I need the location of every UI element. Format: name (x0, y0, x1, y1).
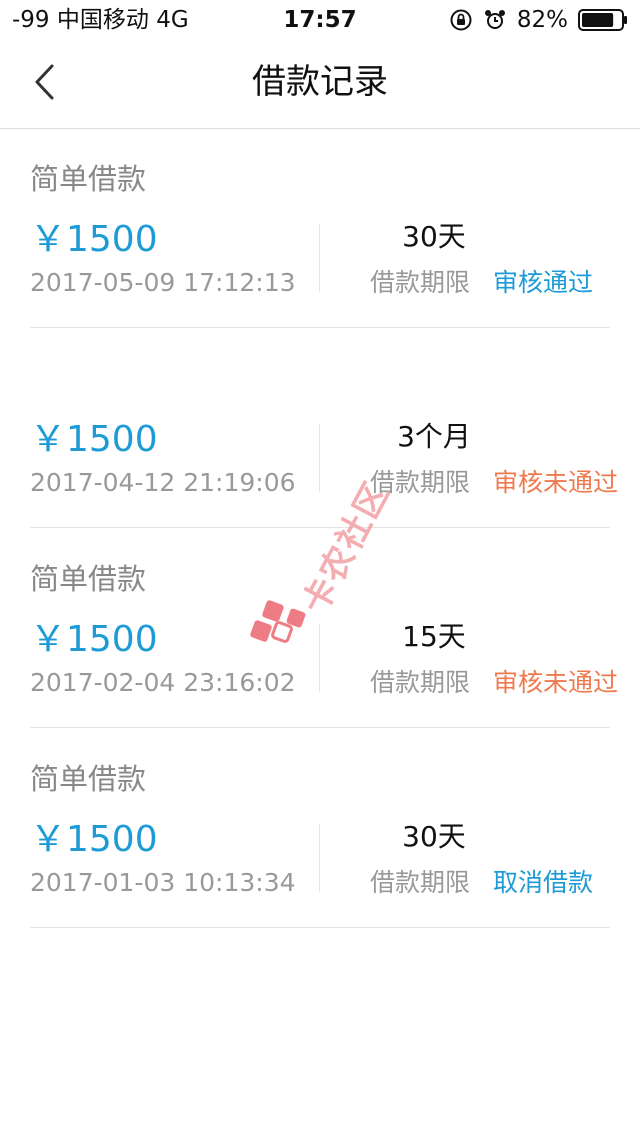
loan-type: 简单借款 (30, 162, 147, 196)
loan-type: 简单借款 (30, 762, 147, 796)
loan-term-label: 借款期限 (370, 268, 471, 297)
loan-term: 30天 (402, 220, 466, 253)
loan-term: 30天 (402, 820, 466, 853)
loan-term: 3个月 (397, 420, 471, 453)
loan-time: 2017-05-09 17:12:13 (30, 268, 296, 297)
loan-status: 审核未通过 (493, 468, 619, 497)
orientation-lock-icon (449, 8, 473, 32)
loan-time: 2017-02-04 23:16:02 (30, 668, 296, 697)
page-title: 借款记录 (252, 62, 388, 102)
divider (319, 824, 320, 892)
record-item[interactable]: 简单借款 ￥1500 2017-01-03 10:13:34 30天 借款期限 … (30, 728, 610, 928)
battery-percent: 82% (516, 7, 568, 33)
loan-amount: ￥1500 (30, 819, 158, 860)
loan-amount: ￥1500 (30, 419, 158, 460)
loan-type: 简单借款 (30, 562, 147, 596)
record-item[interactable]: 简单借款 ￥1500 2017-05-09 17:12:13 30天 借款期限 … (30, 128, 610, 328)
loan-status: 审核通过 (493, 268, 594, 297)
status-icons: 82% (449, 6, 628, 34)
loan-time: 2017-01-03 10:13:34 (30, 868, 296, 897)
battery-icon (578, 8, 628, 32)
nav-bar: 借款记录 (0, 40, 640, 129)
loan-status: 审核未通过 (493, 668, 619, 697)
status-bar: -99 中国移动 4G 17:57 82% (0, 0, 640, 40)
watermark: 卡农社区 (250, 470, 400, 660)
loan-status: 取消借款 (493, 868, 594, 897)
watermark-logo-icon (250, 600, 306, 643)
loan-term-label: 借款期限 (370, 668, 471, 697)
loan-amount: ￥1500 (30, 619, 158, 660)
loan-term-label: 借款期限 (370, 868, 471, 897)
loan-amount: ￥1500 (30, 219, 158, 260)
divider (319, 224, 320, 292)
alarm-icon (483, 8, 507, 32)
watermark-text: 卡农社区 (295, 474, 398, 621)
